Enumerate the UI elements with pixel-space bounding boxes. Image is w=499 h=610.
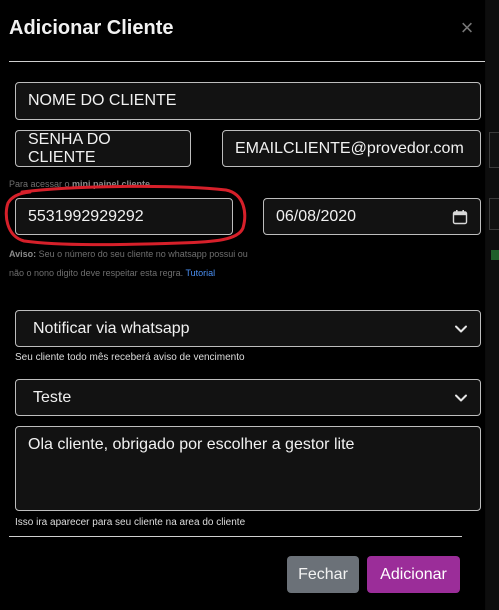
modal-title: Adicionar Cliente [9,17,174,39]
password-hint-prefix: Para acessar o [9,179,73,189]
notify-select[interactable]: Notificar via whatsapp [15,310,481,347]
whatsapp-warning: Aviso: Seu o número do seu cliente no wh… [9,245,249,283]
client-name-value: NOME DO CLIENTE [28,92,177,109]
client-due-date-value: 06/08/2020 [276,207,357,225]
client-password-input[interactable]: SENHA DO CLIENTE [15,130,191,167]
message-textarea[interactable]: Ola cliente, obrigado por escolher a ges… [15,426,481,511]
add-client-button[interactable]: Adicionar [367,556,460,593]
client-due-date-input[interactable]: 06/08/2020 [263,198,481,235]
tutorial-link[interactable]: Tutorial [185,268,215,278]
client-phone-input[interactable]: 5531992929292 [15,198,233,235]
chevron-down-icon [455,394,467,401]
message-template-select[interactable]: Teste [15,379,481,416]
notify-help-text: Seu cliente todo mês receberá aviso de v… [15,352,245,363]
warning-label: Aviso: [9,249,37,259]
client-phone-value: 5531992929292 [28,207,144,225]
background-badge-fragment [491,250,499,260]
background-field-fragment [489,198,499,230]
background-field-fragment [489,132,499,168]
message-value: Ola cliente, obrigado por escolher a ges… [28,436,355,453]
notify-select-value: Notificar via whatsapp [33,319,190,337]
footer-divider [9,536,462,537]
chevron-down-icon [455,325,467,332]
close-icon[interactable]: × [456,17,478,39]
password-hint: Para acessar o mini painel cliente [9,175,150,194]
header-divider [9,61,485,62]
close-button[interactable]: Fechar [287,556,359,593]
client-name-input[interactable]: NOME DO CLIENTE [15,82,481,120]
client-email-input[interactable]: EMAILCLIENTE@provedor.com [222,130,481,167]
calendar-icon[interactable] [452,209,468,225]
password-hint-strong: mini painel cliente [72,179,151,189]
message-template-value: Teste [33,388,72,406]
client-email-value: EMAILCLIENTE@provedor.com [235,139,464,157]
message-help-text: Isso ira aparecer para seu cliente na ar… [15,517,246,528]
background-page-edge [486,0,499,610]
client-password-value: SENHA DO CLIENTE [28,130,111,166]
add-client-modal: Adicionar Cliente × NOME DO CLIENTE SENH… [0,0,485,610]
